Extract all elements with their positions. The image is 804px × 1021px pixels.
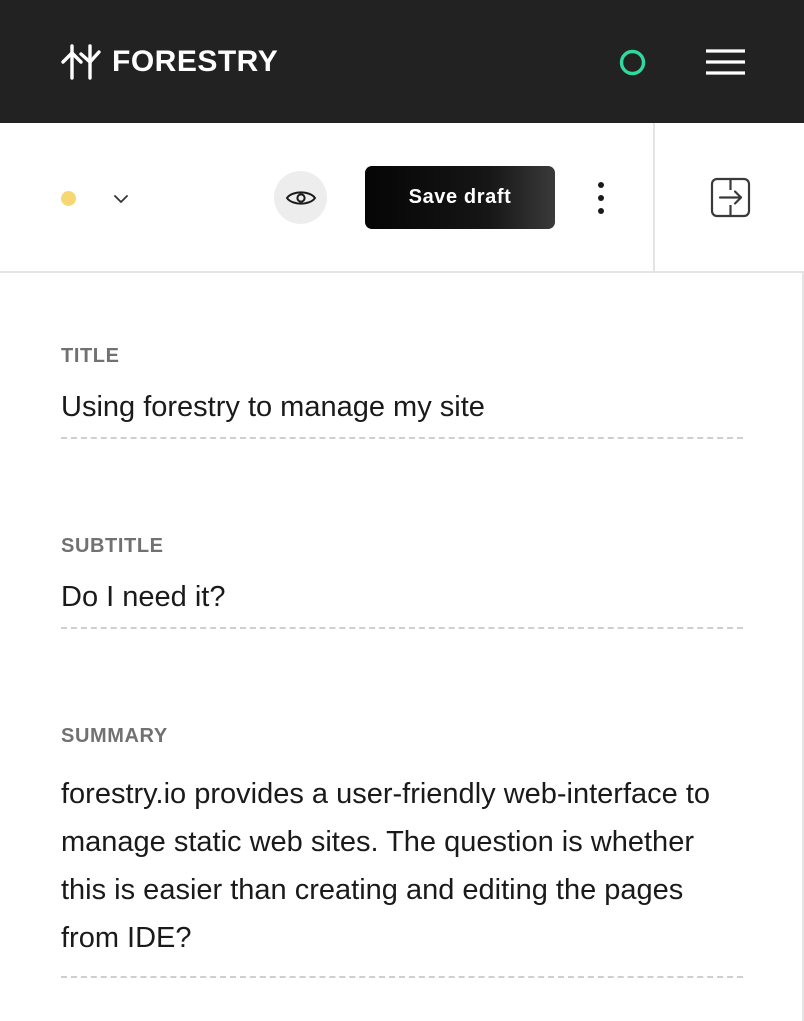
title-input[interactable]: Using forestry to manage my site	[61, 384, 743, 439]
hamburger-menu-icon[interactable]	[700, 42, 750, 82]
split-view-arrow-icon[interactable]	[708, 176, 754, 222]
forestry-tree-logo-icon	[61, 44, 101, 80]
chevron-down-icon[interactable]	[110, 188, 132, 210]
draft-status-dot	[61, 191, 76, 206]
more-options-button[interactable]	[586, 175, 616, 221]
eye-icon	[285, 190, 316, 205]
more-vertical-icon	[598, 182, 604, 188]
editor-toolbar: Save draft	[0, 123, 804, 273]
summary-label: SUMMARY	[61, 725, 168, 747]
subtitle-field: SUBTITLE Do I need it?	[61, 535, 743, 629]
summary-field: SUMMARY forestry.io provides a user-frie…	[61, 725, 743, 978]
brand-logo[interactable]: FORESTRY	[60, 40, 278, 84]
title-label: TITLE	[61, 345, 120, 367]
toolbar-divider	[653, 123, 655, 273]
app-header: FORESTRY	[0, 0, 804, 123]
sync-status-ring-icon[interactable]	[619, 49, 646, 76]
summary-textarea[interactable]: forestry.io provides a user-friendly web…	[61, 770, 743, 978]
save-draft-button[interactable]: Save draft	[365, 166, 555, 229]
subtitle-label: SUBTITLE	[61, 535, 164, 557]
preview-button[interactable]	[274, 171, 327, 224]
subtitle-input[interactable]: Do I need it?	[61, 574, 743, 629]
title-field: TITLE Using forestry to manage my site	[61, 345, 743, 439]
brand-name: FORESTRY	[112, 45, 279, 78]
